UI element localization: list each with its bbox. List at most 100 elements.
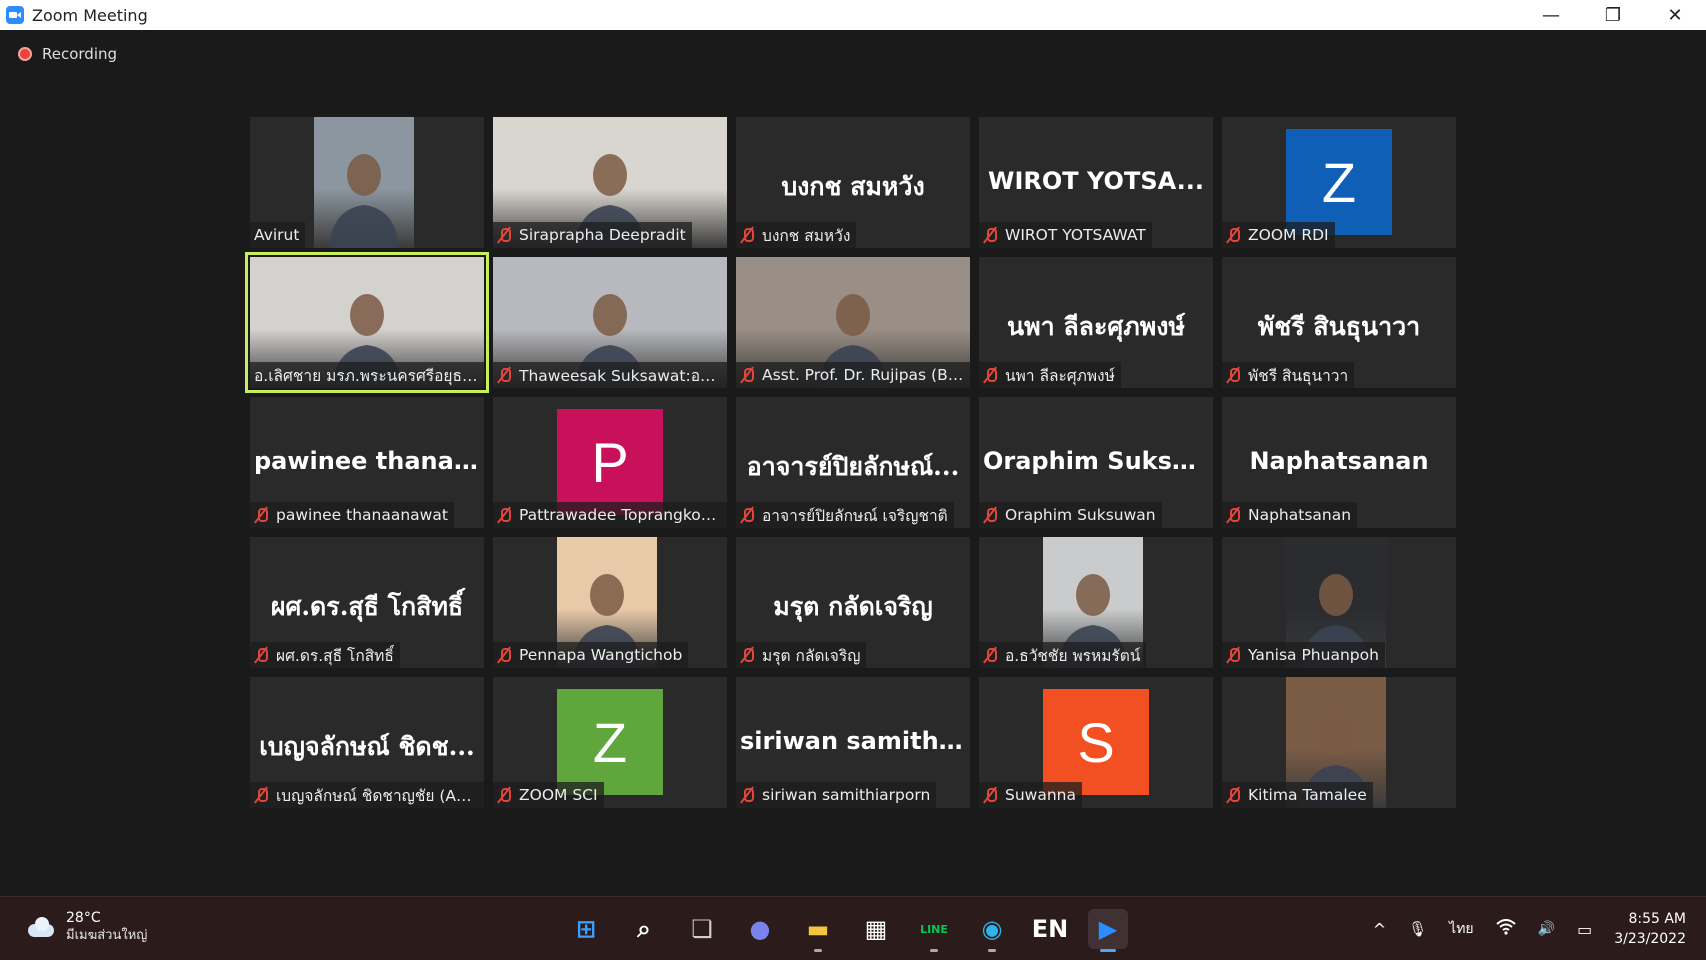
mic-muted-icon — [254, 787, 268, 803]
mic-muted-icon — [983, 787, 997, 803]
system-tray: ^ 🎙 ไทย 🔊 ▭ 8:55 AM 3/23/2022 — [1373, 897, 1706, 960]
participant-name: Avirut — [254, 226, 300, 244]
mic-muted-icon — [497, 787, 511, 803]
clock[interactable]: 8:55 AM 3/23/2022 — [1614, 909, 1686, 949]
participant-name-label: อาจารย์ปิยลักษณ์ เจริญชาติ — [736, 502, 954, 528]
participant-tile[interactable]: Asst. Prof. Dr. Rujipas (Bai... — [736, 257, 970, 388]
participant-tile[interactable]: siriwan samithi... siriwan samithiarporn — [736, 677, 970, 808]
participant-name-label: พัชรี สินธุนาวา — [1222, 362, 1355, 388]
edge-app[interactable]: ◉ — [972, 909, 1012, 952]
participant-name: อาจารย์ปิยลักษณ์ เจริญชาติ — [762, 506, 948, 525]
participant-name: ZOOM SCI — [519, 786, 598, 804]
recording-indicator[interactable]: Recording — [18, 45, 117, 63]
en-dictionary-app[interactable]: EN — [1030, 909, 1070, 949]
participant-tile[interactable]: อ.เลิศชาย มรภ.พระนครศรีอยุธยา — [245, 252, 489, 393]
participant-tile[interactable]: มรุต กลัดเจริญ มรุต กลัดเจริญ — [736, 537, 970, 668]
participant-name: บงกช สมหวัง — [762, 226, 851, 245]
clock-time: 8:55 AM — [1628, 911, 1686, 927]
participant-name: WIROT YOTSAWAT — [1005, 226, 1146, 244]
participant-tile[interactable]: WIROT YOTSA... WIROT YOTSAWAT — [979, 117, 1213, 248]
participant-display-name: siriwan samithi... — [740, 727, 970, 755]
mic-muted-icon — [497, 507, 511, 523]
participant-tile[interactable]: Pennapa Wangtichob — [493, 537, 727, 668]
mic-muted-icon — [497, 227, 511, 243]
participant-avatar: S — [1043, 689, 1149, 795]
participant-avatar: Z — [557, 689, 663, 795]
file-explorer-app[interactable]: ▬ — [798, 909, 838, 952]
participant-name-label: อ.ธวัชชัย พรหมรัตน์ — [979, 642, 1147, 668]
participant-tile[interactable]: ผศ.ดร.สุธี โกสิทธิ์ ผศ.ดร.สุธี โกสิทธิ์ — [250, 537, 484, 668]
participant-tile[interactable]: พัชรี สินธุนาวา พัชรี สินธุนาวา — [1222, 257, 1456, 388]
title-bar: Zoom Meeting — ❐ ✕ — [0, 0, 1706, 30]
participant-tile[interactable]: Yanisa Phuanpoh — [1222, 537, 1456, 668]
participant-name-label: Naphatsanan — [1222, 502, 1358, 528]
microphone-icon[interactable]: 🎙 — [1408, 920, 1427, 938]
line-app[interactable]: LINE — [914, 909, 954, 952]
participant-name-label: Siraprapha Deepradit — [493, 222, 692, 248]
participant-tile[interactable]: นพา ลีละศุภพงษ์ นพา ลีละศุภพงษ์ — [979, 257, 1213, 388]
participant-tile[interactable]: Naphatsanan Naphatsanan — [1222, 397, 1456, 528]
participant-name-label: pawinee thanaanawat — [250, 502, 454, 528]
en-dictionary-app-icon: EN — [1031, 915, 1069, 943]
mic-muted-icon — [497, 647, 511, 663]
running-indicator — [930, 949, 938, 952]
edge-app-icon: ◉ — [981, 915, 1003, 943]
participant-tile[interactable]: อ.ธวัชชัย พรหมรัตน์ — [979, 537, 1213, 668]
microsoft-store-app-icon: ▦ — [864, 915, 888, 943]
participant-name-label: อ.เลิศชาย มรภ.พระนครศรีอยุธยา — [250, 362, 484, 388]
volume-icon[interactable]: 🔊 — [1538, 921, 1555, 937]
meeting-area: Recording Avirut Siraprapha Deepradit บงกช… — [0, 30, 1706, 896]
minimize-button[interactable]: — — [1520, 0, 1582, 30]
clock-date: 3/23/2022 — [1614, 931, 1686, 947]
wifi-icon[interactable] — [1495, 919, 1516, 939]
mic-muted-icon — [740, 367, 754, 383]
battery-icon[interactable]: ▭ — [1577, 920, 1592, 939]
language-indicator[interactable]: ไทย — [1449, 918, 1473, 940]
participant-name-label: ZOOM RDI — [1222, 222, 1335, 248]
weather-desc: มีเมฆส่วนใหญ่ — [66, 928, 148, 943]
participant-tile[interactable]: Avirut — [250, 117, 484, 248]
zoom-app-icon — [6, 6, 24, 24]
participant-tile[interactable]: Siraprapha Deepradit — [493, 117, 727, 248]
participant-tile[interactable]: pawinee thanaa... pawinee thanaanawat — [250, 397, 484, 528]
restore-button[interactable]: ❐ — [1582, 0, 1644, 30]
mic-muted-icon — [1226, 227, 1240, 243]
participant-tile[interactable]: Z ZOOM SCI — [493, 677, 727, 808]
participant-tile[interactable]: Z ZOOM RDI — [1222, 117, 1456, 248]
participant-tile[interactable]: เบญจลักษณ์ ชิดช... เบญจลักษณ์ ชิดชาญชัย (… — [250, 677, 484, 808]
participant-avatar: Z — [1286, 129, 1392, 235]
participant-name-label: เบญจลักษณ์ ชิดชาญชัย (AR... — [250, 782, 484, 808]
participant-name: Oraphim Suksuwan — [1005, 506, 1156, 524]
participant-tile[interactable]: อาจารย์ปิยลักษณ์... อาจารย์ปิยลักษณ์ เจริ… — [736, 397, 970, 528]
zoom-app[interactable]: ▶ — [1088, 909, 1128, 952]
participant-name-label: บงกช สมหวัง — [736, 222, 857, 248]
chat-app[interactable]: ● — [740, 909, 780, 949]
close-button[interactable]: ✕ — [1644, 0, 1706, 30]
task-view-button[interactable]: ❏ — [682, 909, 722, 949]
weather-temp: 28°C — [66, 910, 101, 926]
participant-name-label: Oraphim Suksuwan — [979, 502, 1162, 528]
participant-tile[interactable]: Thaweesak Suksawat:อนุฯ ... — [493, 257, 727, 388]
microsoft-store-app[interactable]: ▦ — [856, 909, 896, 949]
participant-tile[interactable]: Oraphim Suksu... Oraphim Suksuwan — [979, 397, 1213, 528]
participant-tile[interactable]: บงกช สมหวัง บงกช สมหวัง — [736, 117, 970, 248]
participant-tile[interactable]: S Suwanna — [979, 677, 1213, 808]
taskbar: 28°C มีเมฆส่วนใหญ่ ⊞ ⌕ ❏ ● ▬ ▦ LINE ◉ EN ▶ ^ 🎙 ไท… — [0, 896, 1706, 960]
weather-widget[interactable]: 28°C มีเมฆส่วนใหญ่ — [26, 909, 147, 945]
participant-name: เบญจลักษณ์ ชิดชาญชัย (AR... — [276, 786, 478, 805]
participant-display-name: Naphatsanan — [1249, 447, 1429, 475]
participant-avatar: P — [557, 409, 663, 515]
participant-name: นพา ลีละศุภพงษ์ — [1005, 366, 1115, 385]
participant-tile[interactable]: Kitima Tamalee — [1222, 677, 1456, 808]
search-button[interactable]: ⌕ — [624, 909, 664, 949]
participant-name: Yanisa Phuanpoh — [1248, 646, 1379, 664]
participant-name-label: Thaweesak Suksawat:อนุฯ ... — [493, 362, 727, 388]
chevron-up-icon[interactable]: ^ — [1373, 920, 1386, 939]
start-button[interactable]: ⊞ — [566, 909, 606, 949]
participant-name-label: Pattrawadee Toprangkob... — [493, 502, 727, 528]
participant-name: Siraprapha Deepradit — [519, 226, 686, 244]
participant-video — [314, 117, 414, 248]
participant-name: siriwan samithiarporn — [762, 786, 931, 804]
participant-name: Asst. Prof. Dr. Rujipas (Bai... — [762, 366, 964, 384]
participant-tile[interactable]: P Pattrawadee Toprangkob... — [493, 397, 727, 528]
